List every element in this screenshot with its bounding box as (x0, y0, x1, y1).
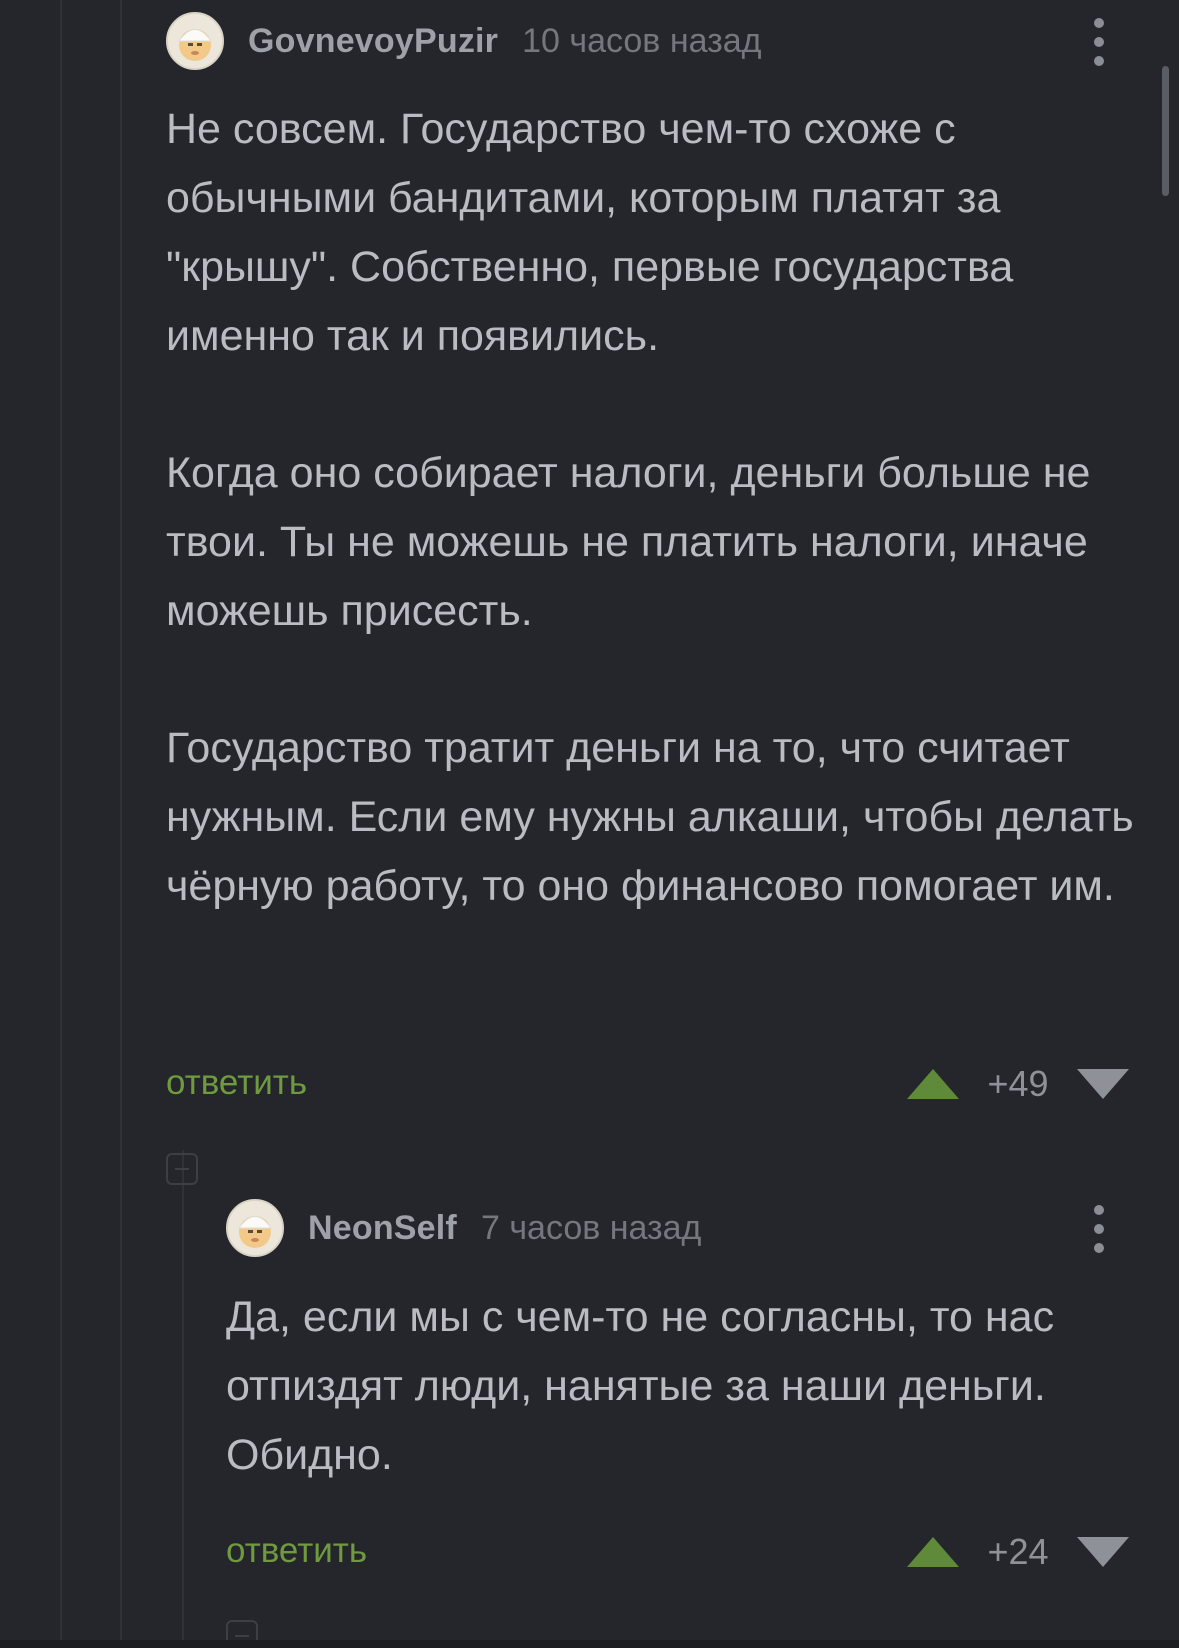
comment-paragraph: Когда оно собирает налоги, деньги больше… (166, 449, 1091, 635)
scrollbar[interactable] (1162, 66, 1169, 196)
vote-controls: +24 (906, 1531, 1130, 1572)
vote-controls: +49 (906, 1063, 1130, 1104)
vote-score: +49 (987, 1063, 1049, 1104)
more-vertical-icon-dot (1094, 18, 1104, 28)
vote-score: +24 (987, 1531, 1049, 1572)
comment-body: Не совсем. Государство чем-то схоже с об… (166, 95, 1146, 921)
avatar-face-icon (168, 14, 222, 68)
comment-timestamp: 7 часов назад (480, 1208, 702, 1247)
comment-timestamp: 10 часов назад (522, 21, 762, 60)
comment-paragraph: Государство тратит деньги на то, что счи… (166, 724, 1134, 910)
reply-button[interactable]: ответить (166, 1063, 307, 1103)
avatar[interactable] (226, 1199, 284, 1257)
comment-paragraph: Да, если мы с чем-то не согласны, то нас… (226, 1293, 1055, 1479)
downvote-arrow-icon[interactable] (1076, 1536, 1130, 1568)
comment-paragraph: Не совсем. Государство чем-то схоже с об… (166, 105, 1014, 360)
more-vertical-icon-dot (1094, 1243, 1104, 1253)
reply-button[interactable]: ответить (226, 1531, 367, 1571)
bottom-edge (0, 1640, 1179, 1648)
more-options-button[interactable] (1084, 12, 1114, 72)
more-vertical-icon-dot (1094, 1205, 1104, 1215)
comment-body: Да, если мы с чем-то не согласны, то нас… (226, 1283, 1126, 1490)
collapse-thread-icon[interactable] (166, 1153, 198, 1185)
more-vertical-icon-dot (1094, 37, 1104, 47)
comment-header: GovnevoyPuzir 10 часов назад (166, 10, 761, 72)
upvote-arrow-icon[interactable] (906, 1068, 960, 1100)
avatar[interactable] (166, 12, 224, 70)
thread-line-reply (182, 1150, 184, 1648)
avatar-face-icon (228, 1201, 282, 1255)
thread-line-outer (60, 0, 62, 1648)
more-options-button[interactable] (1084, 1199, 1114, 1259)
thread-line-inner (120, 0, 122, 1648)
comment-username[interactable]: NeonSelf (308, 1209, 457, 1248)
upvote-arrow-icon[interactable] (906, 1536, 960, 1568)
comments-page: GovnevoyPuzir 10 часов назад Не совсем. … (0, 0, 1179, 1648)
comment-username[interactable]: GovnevoyPuzir (248, 22, 498, 61)
downvote-arrow-icon[interactable] (1076, 1068, 1130, 1100)
comment-header: NeonSelf 7 часов назад (226, 1197, 701, 1259)
more-vertical-icon-dot (1094, 1224, 1104, 1234)
more-vertical-icon-dot (1094, 56, 1104, 66)
